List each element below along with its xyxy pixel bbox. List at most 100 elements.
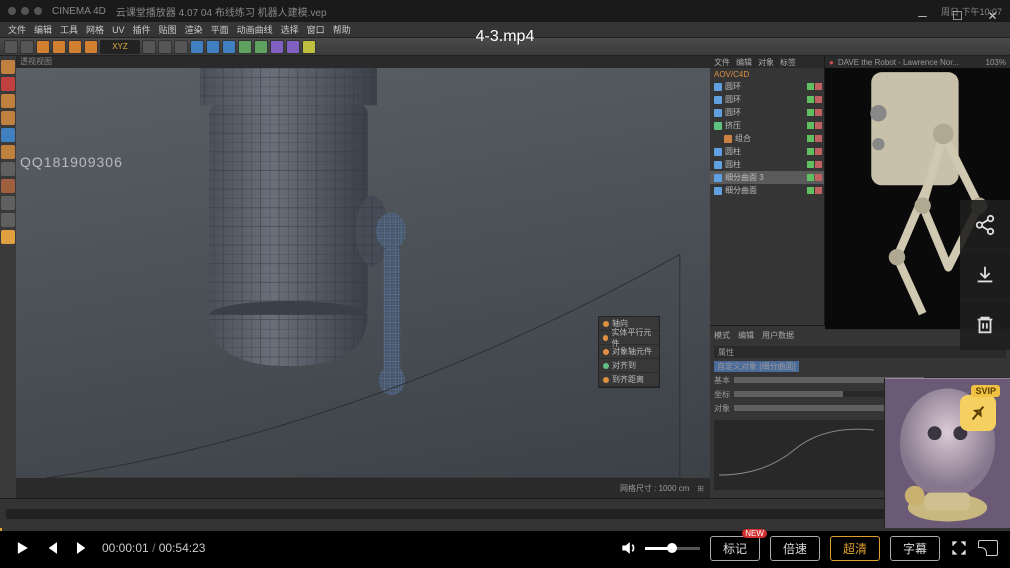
tool-redo-icon[interactable] [20,40,34,54]
window-maximize-button[interactable]: ☐ [940,0,975,32]
volume-icon[interactable] [619,538,639,558]
hierarchy-item[interactable]: 圆柱 [710,145,824,158]
progress-bar[interactable] [0,528,1010,531]
mode-poly-icon[interactable] [1,128,15,142]
hierarchy-item[interactable]: 细分曲面 [710,184,824,197]
attr-row-label: 坐标 [714,389,730,400]
mode-icon[interactable] [1,213,15,227]
hierarchy-item[interactable]: 细分曲面 3 [710,171,824,184]
attr-tab[interactable]: 编辑 [738,330,754,342]
hierarchy-item[interactable]: 圆柱 [710,158,824,171]
tool-move-icon[interactable] [52,40,66,54]
generator-icon[interactable] [302,40,316,54]
download-button[interactable] [960,250,1010,300]
hierarchy-item[interactable]: 挤压 [710,119,824,132]
tool-render-icon[interactable] [190,40,204,54]
tool-icon[interactable] [142,40,156,54]
attr-obj-type: 自定义对象 [细分曲面] [714,361,799,372]
mode-model-icon[interactable] [1,60,15,74]
next-button[interactable] [72,538,92,558]
deformer-icon[interactable] [270,40,284,54]
mode-icon[interactable] [1,162,15,176]
view-nav-icon[interactable]: ⊞ [697,484,704,493]
cast-icon [978,540,998,556]
mode-icon[interactable] [1,196,15,210]
cast-button[interactable] [978,540,998,556]
menu-item[interactable]: UV [112,25,125,35]
menu-item[interactable]: 动画曲线 [237,23,273,36]
app-title-bar: CINEMA 4D 云课堂播放器 4.07 04 布线练习 机器人建模.vep … [0,0,1010,22]
context-menu[interactable]: 轴向 实体平行元件 对象轴元件 对齐到 到齐距离 [598,316,660,388]
svip-badge: SVIP [971,385,1000,397]
ref-zoom: 103% [986,58,1006,67]
fullscreen-button[interactable] [950,539,968,557]
context-menu-item[interactable]: 对象轴元件 [599,345,659,359]
hierarchy-item[interactable]: 圆环 [710,93,824,106]
volume-slider[interactable] [645,547,700,550]
menu-item[interactable]: 编辑 [34,23,52,36]
mode-icon[interactable] [1,145,15,159]
primitive-cube-icon[interactable] [238,40,252,54]
hier-tab[interactable]: 标签 [780,57,796,68]
attr-tab[interactable]: 模式 [714,330,730,342]
context-menu-item[interactable]: 到齐距离 [599,373,659,387]
mode-edge-icon[interactable] [1,111,15,125]
share-button[interactable] [960,200,1010,250]
watermark: QQ181909306 [20,154,123,170]
menu-item[interactable]: 帮助 [333,23,351,36]
primitive-icon[interactable] [254,40,268,54]
hierarchy-item[interactable]: 组合 [710,132,824,145]
menu-item[interactable]: 平面 [211,23,229,36]
viewport-canvas[interactable] [16,68,710,478]
viewport-tab[interactable]: 透视视图 [20,56,52,68]
volume-control[interactable] [619,538,700,558]
menu-item[interactable]: 工具 [60,23,78,36]
axis-label[interactable]: XYZ [100,40,140,54]
hierarchy-item[interactable]: 圆环 [710,106,824,119]
c4d-timeline[interactable] [0,498,1010,528]
prev-button[interactable] [42,538,62,558]
tool-scale-icon[interactable] [68,40,82,54]
tool-select-icon[interactable] [36,40,50,54]
object-hierarchy-panel[interactable]: 文件 编辑 对象 标签 AOV/C4D 圆环圆环圆环挤压组合圆柱圆柱细分曲面 3… [710,56,825,325]
mode-object-icon[interactable] [1,77,15,91]
tool-icon[interactable] [222,40,236,54]
tool-icon[interactable] [206,40,220,54]
menu-item[interactable]: 渲染 [185,23,203,36]
subtitle-button[interactable]: 字幕 [890,536,940,561]
menu-item[interactable]: 窗口 [307,23,325,36]
attr-tab[interactable]: 用户数据 [762,330,794,342]
side-action-panel [960,200,1010,350]
mode-point-icon[interactable] [1,94,15,108]
window-close-button[interactable]: ✕ [975,0,1010,32]
tool-icon[interactable] [174,40,188,54]
speed-button[interactable]: 倍速 [770,536,820,561]
tool-icon[interactable] [158,40,172,54]
menu-item[interactable]: 网格 [86,23,104,36]
delete-button[interactable] [960,300,1010,350]
tool-rotate-icon[interactable] [84,40,98,54]
context-menu-item[interactable]: 实体平行元件 [599,331,659,345]
hier-tab[interactable]: 文件 [714,57,730,68]
menu-item[interactable]: 文件 [8,23,26,36]
video-player-bar: 00:00:01 / 00:54:23 标记 NEW 倍速 超清 字幕 [0,528,1010,568]
menu-item[interactable]: 插件 [133,23,151,36]
hierarchy-item[interactable]: 圆环 [710,80,824,93]
mode-icon[interactable] [1,179,15,193]
mark-button[interactable]: 标记 NEW [710,536,760,561]
context-menu-item[interactable]: 对齐到 [599,359,659,373]
viewport[interactable]: 透视视图 QQ181909306 [16,56,710,498]
app-name: CINEMA 4D [52,6,106,17]
window-minimize-button[interactable]: ─ [905,0,940,32]
play-button[interactable] [12,538,32,558]
viewport-status-bar: 网格尺寸 : 1000 cm ⊞ [16,478,710,498]
menu-item[interactable]: 选择 [281,23,299,36]
pin-button[interactable] [960,395,996,431]
deformer-icon[interactable] [286,40,300,54]
quality-button[interactable]: 超清 [830,536,880,561]
hier-tab[interactable]: 编辑 [736,57,752,68]
tool-undo-icon[interactable] [4,40,18,54]
mode-icon[interactable] [1,230,15,244]
hier-tab[interactable]: 对象 [758,57,774,68]
menu-item[interactable]: 贴图 [159,23,177,36]
